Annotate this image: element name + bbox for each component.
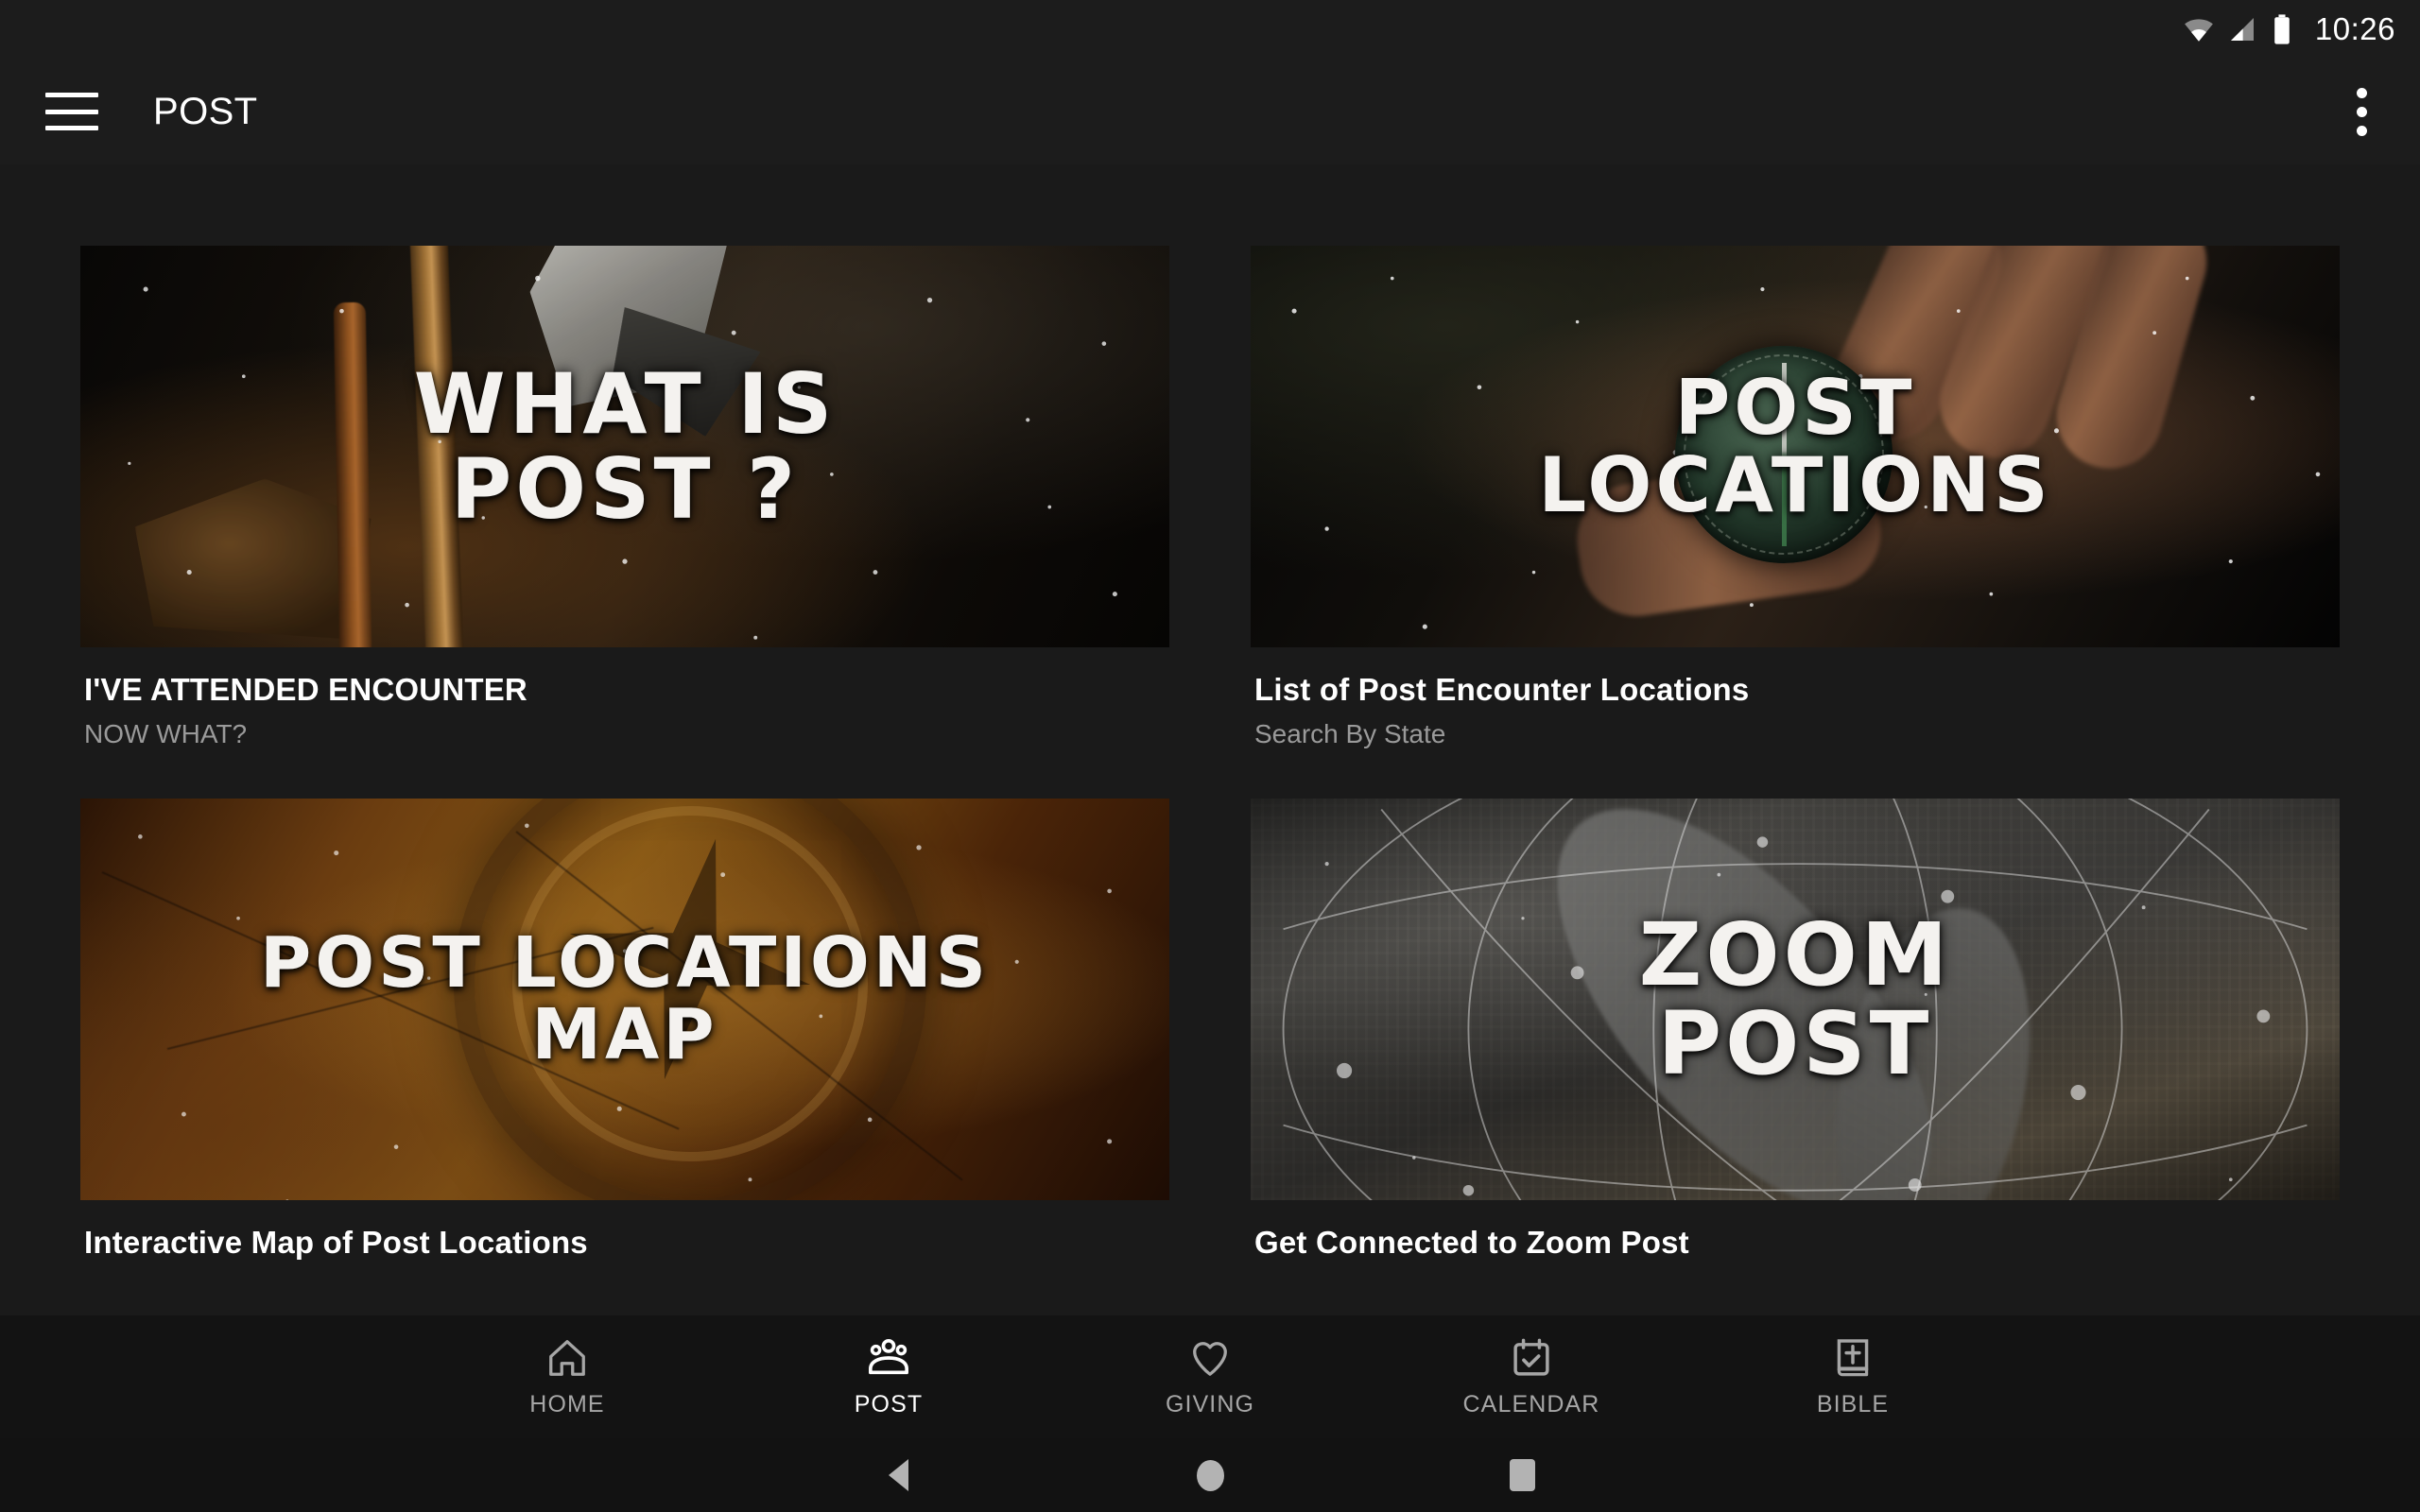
back-triangle-icon <box>888 1459 908 1491</box>
card-zoom-post[interactable]: ZOOM POST Get Connected to Zoom Post <box>1251 799 2340 1261</box>
home-circle-icon <box>1196 1459 1224 1491</box>
cellular-signal-icon <box>2230 18 2254 41</box>
status-bar-time: 10:26 <box>2314 11 2395 46</box>
nav-item-bible[interactable]: BIBLE <box>1692 1336 2014 1418</box>
nav-item-post[interactable]: POST <box>728 1336 1049 1418</box>
battery-icon <box>2274 14 2290 44</box>
card-image-post-locations[interactable]: POST LOCATIONS <box>1251 246 2340 647</box>
card-title: Get Connected to Zoom Post <box>1254 1225 1689 1260</box>
card-post-locations-map[interactable]: POST LOCATIONS MAP Interactive Map of Po… <box>80 799 1169 1261</box>
bible-book-icon <box>1837 1338 1869 1376</box>
hamburger-menu-icon[interactable] <box>45 93 98 130</box>
card-caption: Interactive Map of Post Locations <box>80 1200 1169 1261</box>
nav-item-home[interactable]: HOME <box>406 1336 728 1418</box>
people-icon <box>869 1338 908 1374</box>
card-post-locations-list[interactable]: POST LOCATIONS List of Post Encounter Lo… <box>1251 246 2340 749</box>
hero-text-zoom-post: ZOOM POST <box>1638 903 1952 1094</box>
android-system-navigation-bar <box>0 1438 2420 1512</box>
recents-square-icon <box>1509 1459 1535 1491</box>
nav-item-giving[interactable]: GIVING <box>1049 1336 1371 1418</box>
hero-text-post-locations: POST LOCATIONS <box>1538 363 2052 529</box>
card-caption: I'VE ATTENDED ENCOUNTER NOW WHAT? <box>80 647 1169 749</box>
card-image-what-is-post[interactable]: WHAT IS POST ? <box>80 246 1169 647</box>
bottom-navigation-bar: HOME POST GIVING CALENDAR BIBLE <box>0 1315 2420 1438</box>
nav-label-calendar: CALENDAR <box>1462 1390 1600 1418</box>
card-title: List of Post Encounter Locations <box>1254 672 1750 707</box>
card-title: I'VE ATTENDED ENCOUNTER <box>84 672 527 707</box>
card-subtitle: NOW WHAT? <box>84 719 248 748</box>
nav-label-home: HOME <box>529 1390 605 1418</box>
home-icon <box>549 1339 585 1376</box>
card-grid: WHAT IS POST ? I'VE ATTENDED ENCOUNTER N… <box>80 246 2340 1261</box>
card-image-zoom-post[interactable]: ZOOM POST <box>1251 799 2340 1200</box>
page-title: POST <box>153 90 258 132</box>
hero-text-locations-map: POST LOCATIONS MAP <box>259 922 991 1075</box>
card-subtitle: Search By State <box>1254 719 1446 748</box>
android-recents-button[interactable] <box>1366 1459 1678 1491</box>
heart-icon <box>1193 1341 1227 1376</box>
hero-text-what-is-post: WHAT IS POST ? <box>413 354 837 538</box>
card-caption: Get Connected to Zoom Post <box>1251 1200 2340 1261</box>
card-image-locations-map[interactable]: POST LOCATIONS MAP <box>80 799 1169 1200</box>
wifi-icon <box>2185 19 2213 42</box>
more-vertical-icon[interactable] <box>2347 78 2377 146</box>
card-caption: List of Post Encounter Locations Search … <box>1251 647 2340 749</box>
status-bar: 10:26 <box>0 0 2420 59</box>
status-bar-icons <box>2183 13 2294 45</box>
nav-label-post: POST <box>854 1390 924 1418</box>
nav-label-bible: BIBLE <box>1816 1390 1890 1418</box>
app-bar: POST <box>0 59 2420 164</box>
calendar-check-icon <box>1513 1338 1549 1376</box>
nav-item-calendar[interactable]: CALENDAR <box>1371 1336 1692 1418</box>
android-home-button[interactable] <box>1054 1459 1366 1491</box>
android-back-button[interactable] <box>742 1459 1054 1491</box>
nav-label-giving: GIVING <box>1165 1390 1255 1418</box>
card-attended-encounter[interactable]: WHAT IS POST ? I'VE ATTENDED ENCOUNTER N… <box>80 246 1169 749</box>
content-area: WHAT IS POST ? I'VE ATTENDED ENCOUNTER N… <box>0 164 2420 1512</box>
card-title: Interactive Map of Post Locations <box>84 1225 588 1260</box>
